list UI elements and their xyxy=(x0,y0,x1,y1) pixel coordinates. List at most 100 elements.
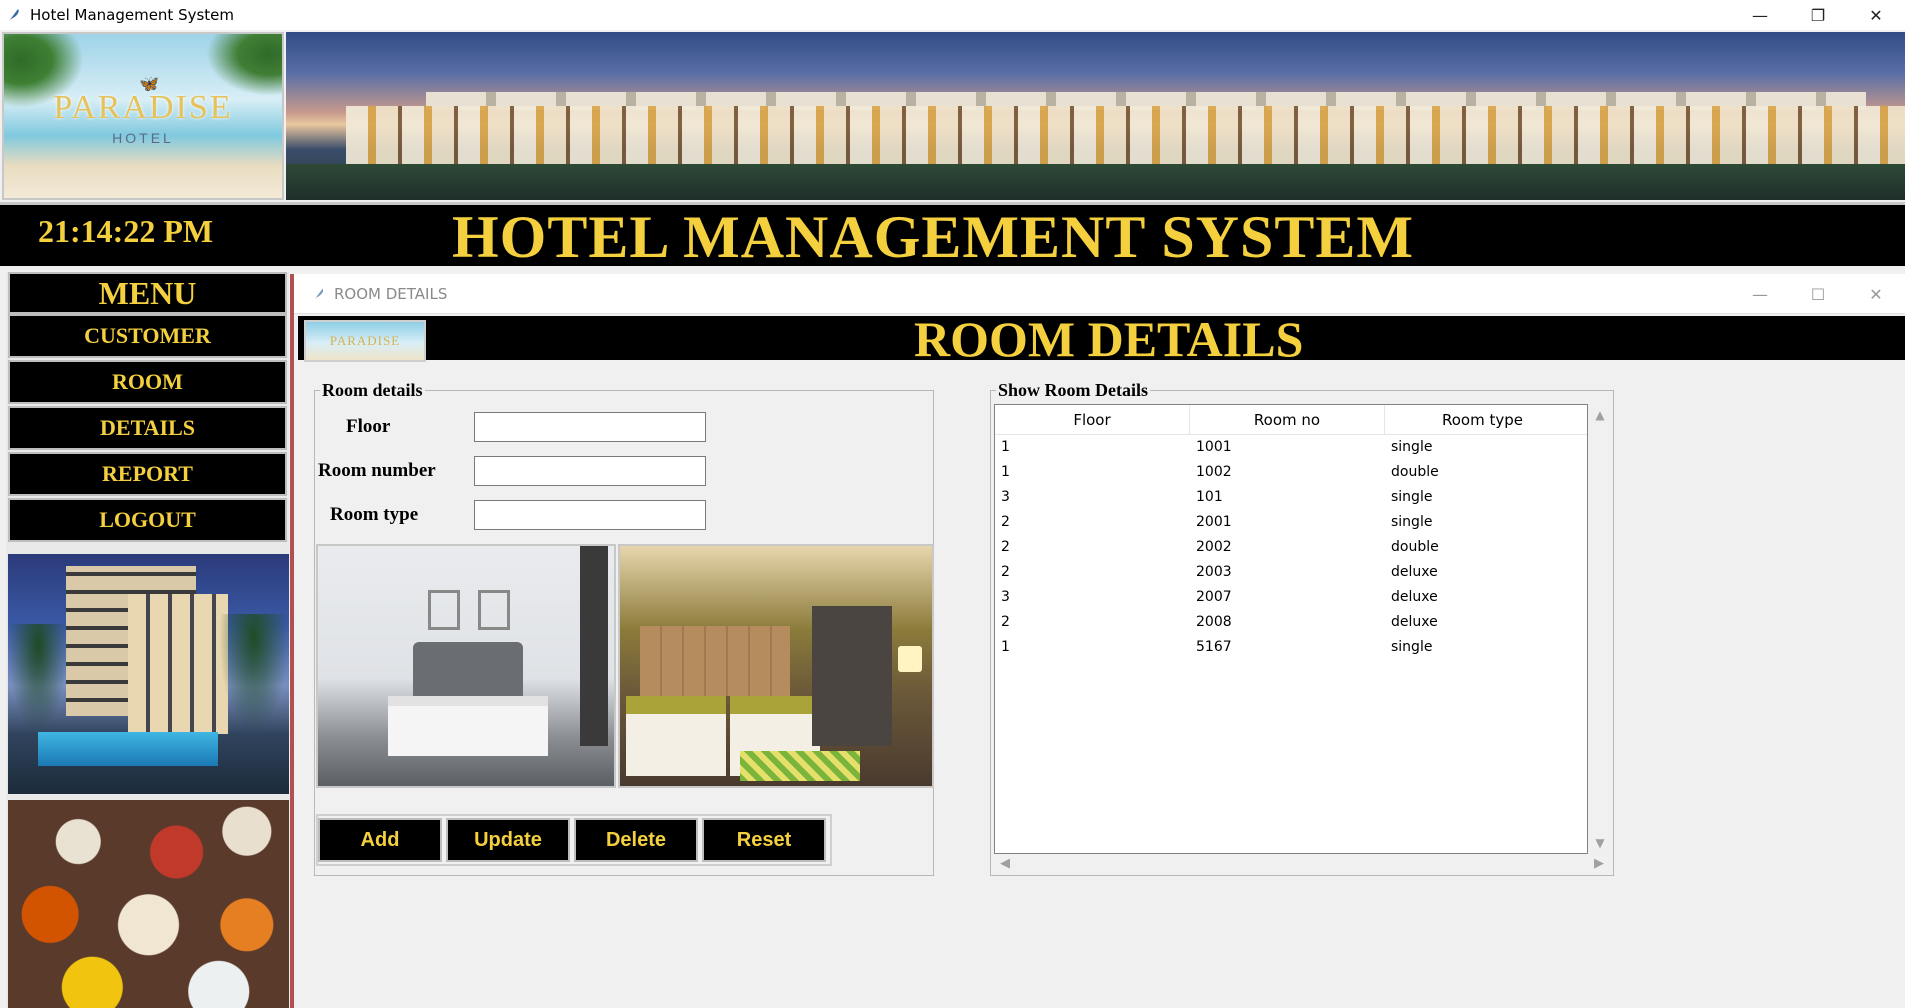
delete-button[interactable]: Delete xyxy=(574,818,698,862)
image-detail xyxy=(898,646,922,672)
scroll-right-icon[interactable]: ▶ xyxy=(1594,856,1604,871)
menu-item-logout[interactable]: LOGOUT xyxy=(8,498,287,542)
app-title: Hotel Management System xyxy=(30,6,235,24)
table-header: Floor Room no Room type xyxy=(995,405,1587,435)
scroll-down-icon[interactable]: ▼ xyxy=(1590,836,1610,850)
image-detail xyxy=(8,624,68,734)
table-row[interactable]: 2 2008 deluxe xyxy=(995,610,1587,635)
cell: deluxe xyxy=(1391,614,1438,630)
room-type-input[interactable] xyxy=(474,500,706,530)
room-details-legend: Room details xyxy=(320,380,425,401)
food-image xyxy=(8,800,289,1008)
table-row[interactable]: 3 2007 deluxe xyxy=(995,585,1587,610)
page-title: HOTEL MANAGEMENT SYSTEM xyxy=(452,204,1415,270)
image-detail xyxy=(478,590,510,630)
cell: 2 xyxy=(1001,539,1010,555)
image-detail xyxy=(38,732,218,766)
show-room-details-legend: Show Room Details xyxy=(996,380,1151,401)
header-bar: 21:14:22 PM HOTEL MANAGEMENT SYSTEM xyxy=(0,202,1905,270)
cell: single xyxy=(1391,439,1433,455)
table-row[interactable]: 2 2002 double xyxy=(995,535,1587,560)
image-detail xyxy=(812,606,892,746)
menu-item-room[interactable]: ROOM xyxy=(8,360,287,404)
small-hotel-logo: PARADISE xyxy=(304,320,426,362)
room-table[interactable]: Floor Room no Room type 1 1001 single 1 100… xyxy=(994,404,1588,854)
cell: 3 xyxy=(1001,589,1010,605)
menu-item-customer[interactable]: CUSTOMER xyxy=(8,314,287,358)
cell: 3 xyxy=(1001,489,1010,505)
cell: double xyxy=(1391,539,1439,555)
scroll-left-icon[interactable]: ◀ xyxy=(1000,856,1010,871)
cell: 2007 xyxy=(1196,589,1232,605)
room-details-window: ROOM DETAILS — ☐ ✕ PARADISE ROOM DETAILS… xyxy=(290,274,1905,1008)
menu-item-details[interactable]: DETAILS xyxy=(8,406,287,450)
cell: 1 xyxy=(1001,639,1010,655)
maximize-icon[interactable]: ☐ xyxy=(1789,274,1847,314)
image-detail xyxy=(640,626,790,696)
cell: deluxe xyxy=(1391,564,1438,580)
cell: single xyxy=(1391,489,1433,505)
table-row[interactable]: 1 5167 single xyxy=(995,635,1587,660)
table-row[interactable]: 1 1002 double xyxy=(995,460,1587,485)
logo-brand: PARADISE xyxy=(53,89,233,126)
banner-lawn xyxy=(286,164,1905,200)
cell: single xyxy=(1391,639,1433,655)
banner-building xyxy=(346,106,1905,164)
cell: 1 xyxy=(1001,439,1010,455)
column-header-room-no[interactable]: Room no xyxy=(1190,405,1385,434)
floor-input[interactable] xyxy=(474,412,706,442)
cell: 5167 xyxy=(1196,639,1232,655)
cell: 1001 xyxy=(1196,439,1232,455)
feather-icon xyxy=(9,9,19,21)
cell: 2 xyxy=(1001,564,1010,580)
cell: 101 xyxy=(1196,489,1223,505)
table-row[interactable]: 1 1001 single xyxy=(995,435,1587,460)
restore-icon[interactable]: ❐ xyxy=(1789,0,1847,30)
minimize-icon[interactable]: — xyxy=(1731,274,1789,314)
table-row[interactable]: 2 2003 deluxe xyxy=(995,560,1587,585)
close-icon[interactable]: ✕ xyxy=(1847,0,1905,30)
reset-button[interactable]: Reset xyxy=(702,818,826,862)
image-detail xyxy=(428,590,460,630)
image-detail xyxy=(580,546,608,746)
hotel-logo: 🦋 PARADISE HOTEL xyxy=(2,32,284,200)
cell: deluxe xyxy=(1391,589,1438,605)
cell: 2 xyxy=(1001,514,1010,530)
room-number-label: Room number xyxy=(318,460,436,481)
table-row[interactable]: 2 2001 single xyxy=(995,510,1587,535)
vertical-scrollbar[interactable]: ▲ ▼ xyxy=(1590,404,1610,854)
child-title-bar: ROOM DETAILS — ☐ ✕ xyxy=(294,274,1905,314)
room-details-heading: ROOM DETAILS xyxy=(914,311,1304,367)
scroll-up-icon[interactable]: ▲ xyxy=(1590,408,1610,422)
minimize-icon[interactable]: — xyxy=(1731,0,1789,30)
column-header-floor[interactable]: Floor xyxy=(995,405,1190,434)
horizontal-scrollbar[interactable]: ◀ ▶ xyxy=(994,856,1610,874)
menu-item-report[interactable]: REPORT xyxy=(8,452,287,496)
cell: 1002 xyxy=(1196,464,1232,480)
image-detail xyxy=(388,696,548,756)
add-button[interactable]: Add xyxy=(318,818,442,862)
bedroom-photo xyxy=(316,544,616,788)
cell: 2 xyxy=(1001,614,1010,630)
close-icon[interactable]: ✕ xyxy=(1847,274,1905,314)
cell: 2003 xyxy=(1196,564,1232,580)
cell: 2002 xyxy=(1196,539,1232,555)
image-detail xyxy=(128,594,228,734)
clock: 21:14:22 PM xyxy=(38,213,214,249)
cell: single xyxy=(1391,514,1433,530)
app-title-bar: Hotel Management System — ❐ ✕ xyxy=(0,0,1905,30)
child-window-title: ROOM DETAILS xyxy=(334,284,448,303)
hotel-exterior-image xyxy=(8,554,289,794)
room-type-label: Room type xyxy=(330,504,419,525)
table-row[interactable]: 3 101 single xyxy=(995,485,1587,510)
column-header-room-type[interactable]: Room type xyxy=(1385,405,1580,434)
update-button[interactable]: Update xyxy=(446,818,570,862)
cell: 2001 xyxy=(1196,514,1232,530)
menu-title: MENU xyxy=(8,272,287,314)
logo-sub: HOTEL xyxy=(112,130,174,146)
cell: 2008 xyxy=(1196,614,1232,630)
room-number-input[interactable] xyxy=(474,456,706,486)
sidebar-menu: MENU CUSTOMER ROOM DETAILS REPORT LOGOUT xyxy=(6,272,289,1008)
cell: double xyxy=(1391,464,1439,480)
hotel-banner-image xyxy=(286,32,1905,200)
